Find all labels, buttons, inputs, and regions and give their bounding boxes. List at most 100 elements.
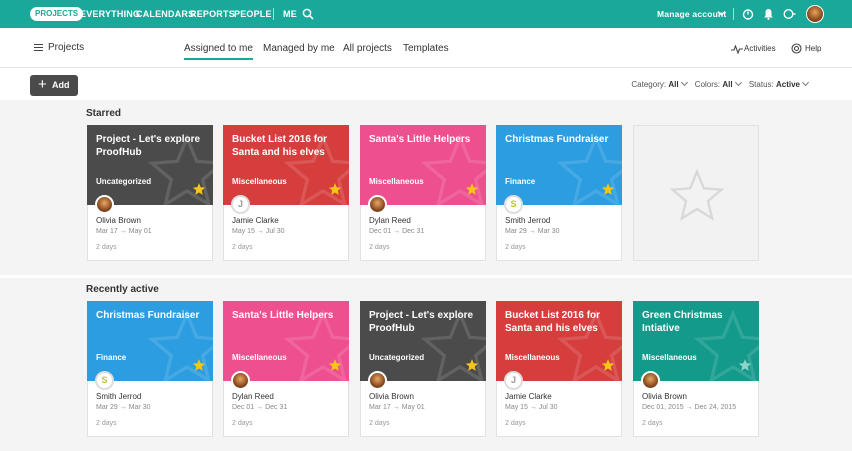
project-name[interactable]: Project - Let's explore ProofHub (96, 133, 204, 159)
star-icon[interactable] (601, 358, 615, 372)
end-date: Dec 31 (402, 228, 425, 235)
search-icon[interactable] (302, 8, 314, 20)
tab-managed-by-me[interactable]: Managed by me (263, 43, 335, 54)
project-name[interactable]: Christmas Fundraiser (96, 309, 204, 322)
arrow-right-icon: → (526, 228, 538, 235)
project-card[interactable]: Bucket List 2016 for Santa and his elves… (223, 125, 349, 261)
bell-icon[interactable] (763, 8, 774, 20)
arrow-right-icon: → (683, 404, 695, 411)
chevron-down-icon[interactable] (680, 78, 688, 87)
project-category: Miscellaneous (232, 353, 287, 362)
star-icon[interactable] (465, 358, 479, 372)
project-card[interactable]: Project - Let's explore ProofHub Uncatego… (87, 125, 213, 261)
chat-icon[interactable] (783, 8, 796, 20)
project-card-header: Christmas Fundraiser Finance (496, 125, 622, 205)
star-icon[interactable] (328, 358, 342, 372)
menu-icon[interactable] (34, 44, 43, 51)
activities-link[interactable]: Activities (744, 44, 776, 53)
owner-avatar (231, 371, 250, 390)
end-date: Dec 24, 2015 (694, 404, 737, 411)
end-date: Jul 30 (265, 228, 285, 235)
arrow-right-icon: → (391, 228, 403, 235)
end-date: Dec 31 (265, 404, 288, 411)
star-icon[interactable] (192, 182, 206, 196)
project-duration: 2 days (96, 244, 117, 251)
project-name[interactable]: Bucket List 2016 for Santa and his elves (505, 309, 613, 335)
manage-account-menu[interactable]: Manage account (657, 0, 726, 28)
category-filter-value[interactable]: All (668, 80, 678, 89)
project-card[interactable]: Project - Let's explore ProofHub Uncatego… (360, 301, 486, 437)
arrow-right-icon: → (254, 228, 266, 235)
start-date: Mar 29 (96, 404, 118, 411)
project-duration: 2 days (369, 420, 390, 427)
project-card[interactable]: Bucket List 2016 for Santa and his elves… (496, 301, 622, 437)
project-card[interactable]: Christmas Fundraiser Finance S Smith Jerrod… (87, 301, 213, 437)
project-name[interactable]: Bucket List 2016 for Santa and his elves (232, 133, 340, 159)
owner-avatar: J (231, 195, 250, 214)
project-card-header: Bucket List 2016 for Santa and his elves… (223, 125, 349, 205)
end-date: Mar 30 (537, 228, 560, 235)
project-card-header: Santa's Little Helpers Miscellaneous (360, 125, 486, 205)
project-card[interactable]: Santa's Little Helpers Miscellaneous Dylan… (360, 125, 486, 261)
arrow-right-icon: → (390, 404, 402, 411)
project-duration: 2 days (505, 420, 526, 427)
sub-header: Projects Assigned to me Managed by me Al… (0, 28, 852, 68)
help-link[interactable]: Help (805, 44, 821, 53)
recently-active-heading: Recently active (86, 284, 159, 295)
project-dates: Mar 17 → May 01 (96, 228, 152, 235)
project-owner: Jamie Clarke (505, 392, 552, 401)
category-filter-label: Category: (631, 80, 667, 89)
tab-templates[interactable]: Templates (403, 43, 449, 54)
project-category: Miscellaneous (642, 353, 697, 362)
project-category: Uncategorized (369, 353, 425, 362)
status-filter-label: Status: (748, 80, 774, 89)
nav-me[interactable]: ME (283, 0, 297, 28)
project-card[interactable]: Christmas Fundraiser Finance S Smith Jerrod… (496, 125, 622, 261)
owner-avatar: S (95, 371, 114, 390)
star-icon[interactable] (465, 182, 479, 196)
help-icon (791, 43, 802, 54)
project-name[interactable]: Santa's Little Helpers (232, 309, 340, 322)
star-icon[interactable] (738, 358, 752, 372)
nav-people[interactable]: PEOPLE (234, 0, 272, 28)
project-owner: Dylan Reed (369, 216, 411, 225)
project-name[interactable]: Christmas Fundraiser (505, 133, 613, 146)
project-card[interactable]: Santa's Little Helpers Miscellaneous Dylan… (223, 301, 349, 437)
project-duration: 2 days (96, 420, 117, 427)
project-name[interactable]: Green Christmas Intiative (642, 309, 750, 335)
user-avatar[interactable] (806, 5, 824, 23)
project-name[interactable]: Santa's Little Helpers (369, 133, 477, 146)
add-project-button[interactable]: + Add (30, 75, 78, 96)
project-duration: 2 days (232, 244, 253, 251)
tab-all-projects[interactable]: All projects (343, 43, 392, 54)
star-icon[interactable] (192, 358, 206, 372)
project-category: Uncategorized (96, 177, 152, 186)
colors-filter-value[interactable]: All (722, 80, 732, 89)
nav-projects[interactable]: PROJECTS (30, 7, 84, 21)
project-category: Miscellaneous (505, 353, 560, 362)
status-filter-value[interactable]: Active (776, 80, 800, 89)
nav-calendars[interactable]: CALENDARS (136, 0, 194, 28)
nav-divider (273, 8, 274, 20)
chevron-down-icon[interactable] (801, 78, 810, 87)
timer-icon[interactable] (742, 8, 754, 20)
project-card-header: Green Christmas Intiative Miscellaneous (633, 301, 759, 381)
project-card-header: Project - Let's explore ProofHub Uncatego… (87, 125, 213, 205)
project-owner: Smith Jerrod (505, 216, 551, 225)
project-name[interactable]: Project - Let's explore ProofHub (369, 309, 477, 335)
nav-everything[interactable]: EVERYTHING (80, 0, 140, 28)
top-navigation-bar: PROJECTS EVERYTHING CALENDARS REPORTS PE… (0, 0, 852, 28)
star-icon[interactable] (328, 182, 342, 196)
start-date: Dec 01 (232, 404, 255, 411)
arrow-right-icon: → (117, 404, 129, 411)
nav-reports[interactable]: REPORTS (190, 0, 235, 28)
owner-avatar: J (504, 371, 523, 390)
starred-heading: Starred (86, 108, 122, 119)
chevron-down-icon[interactable] (734, 78, 742, 87)
start-date: May 15 (232, 228, 255, 235)
tab-assigned-to-me[interactable]: Assigned to me (184, 43, 253, 60)
start-date: Mar 17 (96, 228, 118, 235)
project-card[interactable]: Green Christmas Intiative Miscellaneous Ol… (633, 301, 759, 437)
star-icon[interactable] (601, 182, 615, 196)
owner-avatar (368, 371, 387, 390)
